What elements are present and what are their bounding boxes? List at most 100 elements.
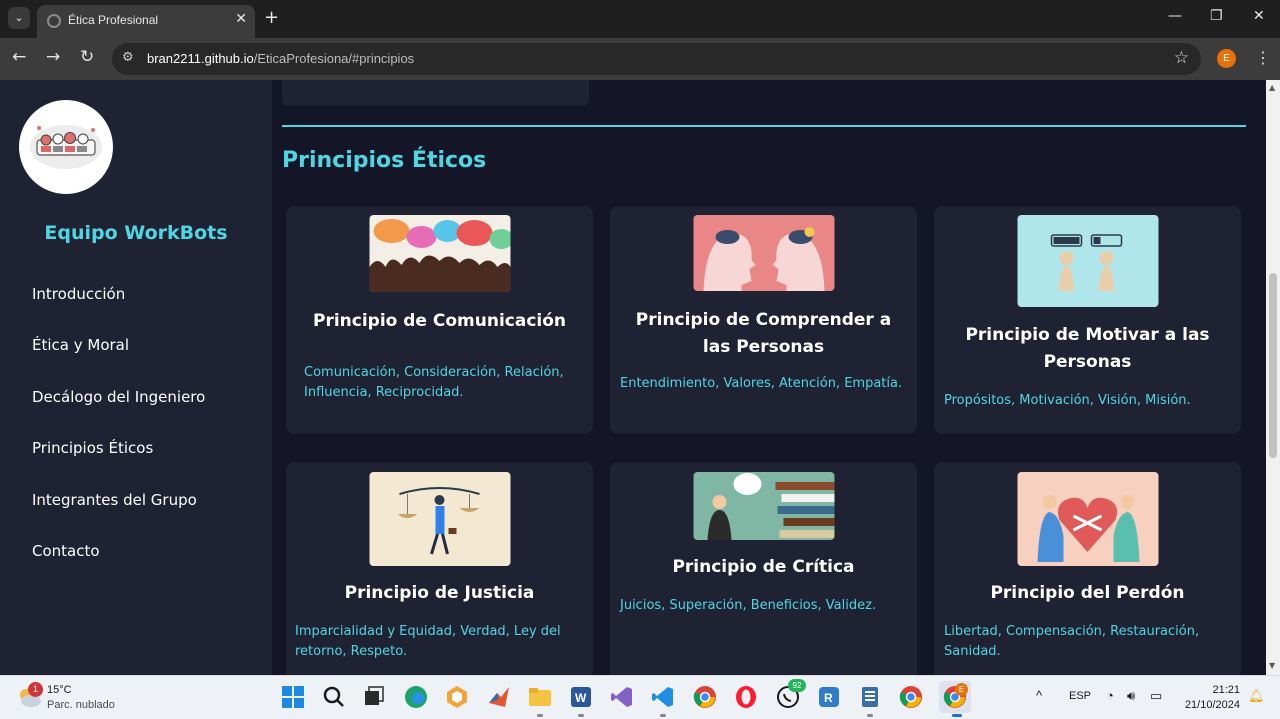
team-logo xyxy=(19,100,113,194)
wifi-icon[interactable]: ◔ xyxy=(1106,688,1114,703)
rstudio-icon[interactable]: R xyxy=(817,685,841,709)
card-text: Propósitos, Motivación, Visión, Misión. xyxy=(944,393,1191,408)
globe-icon xyxy=(47,14,61,28)
team-name: Equipo WorkBots xyxy=(44,222,228,244)
matlab-icon[interactable] xyxy=(487,685,511,709)
volume-icon[interactable]: 🔊︎ xyxy=(1127,688,1135,704)
card-perdon: Principio del Perdón Libertad, Compensac… xyxy=(934,462,1241,675)
url-text: bran2211.github.io/EticaProfesiona/#prin… xyxy=(147,51,415,66)
nav-contacto[interactable]: Contacto xyxy=(32,542,100,560)
visual-studio-icon[interactable] xyxy=(610,685,634,709)
nav-introduccion[interactable]: Introducción xyxy=(32,285,125,303)
chrome-profile-badge: E xyxy=(955,683,968,696)
chrome-active-icon[interactable]: E xyxy=(939,681,971,713)
card-title: Principio de Crítica xyxy=(672,557,855,577)
scroll-down-arrow-icon[interactable]: ▼ xyxy=(1269,661,1275,670)
card-text: Imparcialidad y Equidad, Verdad, Ley del… xyxy=(295,624,561,659)
search-icon[interactable] xyxy=(322,685,346,709)
bookmark-star-icon[interactable]: ☆ xyxy=(1174,48,1189,68)
address-bar[interactable]: ⚙ bran2211.github.io/EticaProfesiona/#pr… xyxy=(112,43,1201,75)
notepad-icon[interactable] xyxy=(858,685,882,709)
understanding-image xyxy=(693,215,834,291)
whatsapp-icon[interactable]: 92 xyxy=(776,679,806,709)
justice-image xyxy=(369,472,510,566)
svg-text:W: W xyxy=(575,691,587,705)
browser-tab-strip: ⌄ Ética Profesional ✕ + — ❐ ✕ xyxy=(0,0,1280,38)
active-indicator xyxy=(952,714,962,717)
windows-start-icon[interactable] xyxy=(281,685,305,709)
menu-kebab-icon[interactable]: ⋮ xyxy=(1255,48,1271,67)
section-divider xyxy=(282,125,1246,127)
nav-principios[interactable]: Principios Éticos xyxy=(32,439,153,457)
card-critica: Principio de Crítica Juicios, Superación… xyxy=(610,462,917,675)
notification-bell-icon[interactable]: 🔔︎ xyxy=(1248,688,1265,704)
card-motivar: Principio de Motivar a las Personas Prop… xyxy=(934,206,1241,434)
page-viewport: Equipo WorkBots Introducción Ética y Mor… xyxy=(0,80,1280,675)
window-close-icon[interactable]: ✕ xyxy=(1253,8,1265,24)
profile-avatar[interactable]: E xyxy=(1217,49,1236,68)
tab-close-icon[interactable]: ✕ xyxy=(235,11,247,27)
forward-arrow-icon[interactable]: → xyxy=(46,47,60,67)
system-clock[interactable]: 21:21 21/10/2024 xyxy=(1185,683,1240,713)
windows-taskbar: 1 15°C Parc. nublado W 92 R E ^ ESP ◔ 🔊︎… xyxy=(0,675,1280,719)
weather-badge: 1 xyxy=(28,682,43,697)
page-scrollbar[interactable]: ▲ ▼ xyxy=(1266,80,1280,675)
weather-temperature[interactable]: 15°C xyxy=(47,684,72,696)
browser-toolbar: ← → ↻ ⚙ bran2211.github.io/EticaProfesio… xyxy=(0,38,1280,80)
running-indicator xyxy=(537,714,543,717)
task-view-icon[interactable] xyxy=(362,685,386,709)
card-text: Entendimiento, Valores, Atención, Empatí… xyxy=(620,376,903,391)
card-comprender: Principio de Comprender a las Personas E… xyxy=(610,206,917,434)
minimize-icon[interactable]: — xyxy=(1168,8,1182,24)
hexagon-app-icon[interactable] xyxy=(445,685,469,709)
previous-section-card xyxy=(282,80,589,106)
reload-icon[interactable]: ↻ xyxy=(80,47,94,67)
scrollbar-thumb[interactable] xyxy=(1269,273,1277,458)
running-indicator xyxy=(660,714,666,717)
main-content: Principios Éticos Principio de Comunicac… xyxy=(272,80,1266,675)
card-title: Principio de Comprender a las Personas xyxy=(635,310,892,357)
battery-icon[interactable]: ▭ xyxy=(1150,688,1162,704)
vscode-icon[interactable] xyxy=(651,685,675,709)
opera-icon[interactable] xyxy=(734,685,758,709)
chrome-profile-icon[interactable] xyxy=(899,685,923,709)
nav-decalogo[interactable]: Decálogo del Ingeniero xyxy=(32,388,205,406)
new-tab-plus-icon[interactable]: + xyxy=(264,7,279,28)
language-indicator[interactable]: ESP xyxy=(1069,690,1091,702)
criticism-image xyxy=(693,472,834,540)
running-indicator xyxy=(867,714,873,717)
site-settings-icon[interactable]: ⚙ xyxy=(122,50,134,65)
restore-icon[interactable]: ❐ xyxy=(1210,8,1223,24)
card-justicia: Principio de Justicia Imparcialidad y Eq… xyxy=(286,462,593,675)
whatsapp-unread-badge: 92 xyxy=(788,679,806,692)
card-title: Principio de Comunicación xyxy=(312,311,567,331)
nav-etica-moral[interactable]: Ética y Moral xyxy=(32,336,129,354)
nav-integrantes[interactable]: Integrantes del Grupo xyxy=(32,491,197,509)
communication-image xyxy=(369,215,510,292)
sidebar: Equipo WorkBots Introducción Ética y Mor… xyxy=(0,80,272,675)
card-title: Principio de Motivar a las Personas xyxy=(965,325,1210,372)
section-title: Principios Éticos xyxy=(282,148,487,173)
tray-chevron-up-icon[interactable]: ^ xyxy=(1036,688,1042,703)
chrome-icon[interactable] xyxy=(693,685,717,709)
tab-title: Ética Profesional xyxy=(68,13,159,27)
back-arrow-icon[interactable]: ← xyxy=(12,47,26,67)
tab-search-chevron-icon[interactable]: ⌄ xyxy=(8,7,30,29)
file-explorer-icon[interactable] xyxy=(528,685,552,709)
browser-tab[interactable]: Ética Profesional ✕ xyxy=(37,5,255,38)
word-icon[interactable]: W xyxy=(569,685,593,709)
weather-condition[interactable]: Parc. nublado xyxy=(47,699,115,711)
card-text: Libertad, Compensación, Restauración, Sa… xyxy=(944,624,1200,659)
forgiveness-image xyxy=(1017,472,1158,566)
svg-text:R: R xyxy=(824,691,833,705)
card-comunicacion: Principio de Comunicación Comunicación, … xyxy=(286,206,593,434)
motivation-image xyxy=(1017,215,1158,307)
edge-browser-icon[interactable] xyxy=(404,685,428,709)
card-title: Principio de Justicia xyxy=(344,583,535,603)
running-indicator xyxy=(578,714,584,717)
card-title: Principio del Perdón xyxy=(990,583,1185,603)
scroll-up-arrow-icon[interactable]: ▲ xyxy=(1269,83,1275,92)
clock-date: 21/10/2024 xyxy=(1184,699,1240,711)
card-text: Comunicación, Consideración, Relación, I… xyxy=(304,365,564,400)
clock-time: 21:21 xyxy=(1212,684,1240,696)
